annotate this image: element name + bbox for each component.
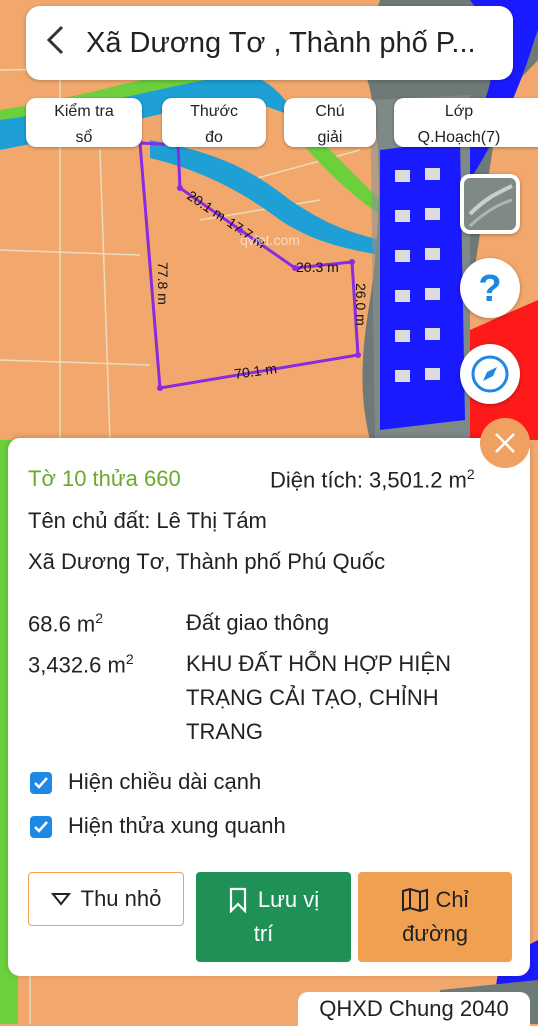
- zone-area-value: 68.6 m: [28, 611, 96, 637]
- close-icon: [495, 433, 515, 453]
- satellite-layer-icon: [464, 178, 516, 230]
- save-label: trí: [253, 921, 274, 946]
- chip-label: Thước: [190, 103, 238, 120]
- chevron-left-icon[interactable]: [40, 23, 70, 63]
- triangle-down-icon: [50, 893, 71, 906]
- road: [380, 140, 465, 430]
- chip-label: Kiểm tra: [54, 103, 114, 120]
- show-edge-length-checkbox[interactable]: [30, 772, 52, 794]
- show-neighbors-label[interactable]: Hiện thửa xung quanh: [68, 813, 286, 839]
- parcel-address: Xã Dương Tơ, Thành phố Phú Quốc: [28, 549, 386, 574]
- directions-label: đường: [402, 921, 468, 946]
- edge-label: 26.0 m: [353, 283, 369, 326]
- page-title: Xã Dương Tơ , Thành phố P...: [86, 26, 476, 59]
- save-label: Lưu vị: [257, 887, 320, 912]
- zone-area-value: 3,432.6 m: [28, 652, 126, 678]
- help-icon: ?: [478, 268, 501, 308]
- collapse-label: Thu nhỏ: [80, 886, 162, 911]
- zone-type: TRẠNG CẢI TẠO, CHỈNH: [186, 685, 439, 710]
- check-book-button[interactable]: Kiểm tra sổ: [26, 98, 142, 147]
- zone-type: TRANG: [186, 719, 263, 744]
- chip-label: Q.Hoạch(7): [417, 129, 501, 146]
- chip-label: giải: [317, 129, 343, 146]
- compass-button[interactable]: [460, 344, 520, 404]
- parcel-info-panel: Tờ 10 thửa 660 Diện tích: 3,501.2 m2 Tên…: [8, 438, 530, 976]
- edge-label: 20.3 m: [296, 259, 339, 275]
- watermark: qvlet.com: [240, 232, 300, 248]
- svg-text:?: ?: [478, 268, 501, 308]
- chip-label: Chú: [315, 103, 345, 120]
- check-icon: [34, 777, 48, 789]
- show-edge-length-label[interactable]: Hiện chiều dài cạnh: [68, 769, 261, 795]
- zone-area: 68.6 m2: [28, 610, 103, 637]
- plan-layer-tag: QHXD Chung 2040: [298, 992, 530, 1026]
- check-icon: [34, 821, 48, 833]
- directions-button[interactable]: Chỉ đường: [358, 872, 512, 962]
- zone-type: KHU ĐẤT HỖN HỢP HIỆN: [186, 651, 451, 676]
- planning-layer-button[interactable]: Lớp Q.Hoạch(7): [394, 98, 538, 147]
- area-value: Diện tích: 3,501.2 m: [270, 467, 467, 493]
- zone-area-sup: 2: [95, 610, 104, 626]
- help-button[interactable]: ?: [460, 258, 520, 318]
- owner-name: Tên chủ đất: Lê Thị Tám: [28, 508, 267, 533]
- map-icon: [402, 887, 429, 913]
- collapse-button[interactable]: Thu nhỏ: [28, 872, 184, 926]
- edge-label: 77.8 m: [155, 262, 171, 305]
- compass-icon: [471, 355, 509, 393]
- show-neighbors-checkbox[interactable]: [30, 816, 52, 838]
- header-bar: Xã Dương Tơ , Thành phố P...: [26, 6, 513, 80]
- area-unit-sup: 2: [466, 466, 475, 482]
- zone-area: 3,432.6 m2: [28, 651, 134, 678]
- directions-label: Chỉ: [435, 887, 469, 912]
- satellite-layer-button[interactable]: [460, 174, 520, 234]
- bookmark-icon: [229, 887, 246, 913]
- zone-area-sup: 2: [125, 651, 134, 667]
- parcel-number: Tờ 10 thửa 660: [28, 466, 181, 491]
- zone-type: Đất giao thông: [186, 610, 330, 635]
- chip-label: đo: [205, 129, 223, 146]
- legend-button[interactable]: Chú giải: [284, 98, 376, 147]
- close-panel-button[interactable]: [480, 418, 530, 468]
- chip-label: Lớp: [444, 103, 474, 120]
- ruler-button[interactable]: Thước đo: [162, 98, 266, 147]
- save-location-button[interactable]: Lưu vị trí: [196, 872, 351, 962]
- chip-label: sổ: [75, 129, 93, 146]
- parcel-area: Diện tích: 3,501.2 m2: [270, 466, 475, 493]
